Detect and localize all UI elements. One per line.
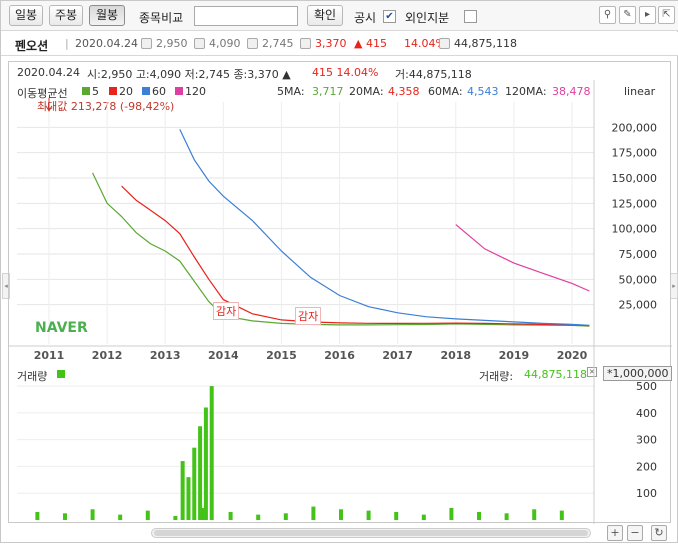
volume-y-tick-label: 300 <box>636 434 657 447</box>
info-high: 4,090 <box>209 37 241 50</box>
cursor-icon[interactable]: ▸ <box>639 6 656 24</box>
chart-window: 일봉 주봉 월봉 종목비교 확인 공시 ✔ 외인지분 ⚲ ✎ ▸ ⇱ 펜오션 |… <box>0 0 678 543</box>
chart-area: 2020.04.24 시:2,950 고:4,090 저:2,745 종:3,3… <box>8 61 673 524</box>
scrollbar-track[interactable] <box>151 528 591 538</box>
volume-y-tick-label: 500 <box>636 380 657 393</box>
volume-y-tick-label: 100 <box>636 487 657 500</box>
x-tick-label: 2016 <box>324 349 355 362</box>
x-tick-label: 2015 <box>266 349 297 362</box>
volume-bar <box>504 513 509 520</box>
info-volume: 44,875,118 <box>454 37 517 50</box>
volume-bar <box>118 514 123 520</box>
volume-bar <box>180 461 185 520</box>
confirm-button[interactable]: 확인 <box>307 5 343 26</box>
x-tick-label: 2012 <box>92 349 123 362</box>
volume-bar <box>90 509 95 520</box>
x-tick-label: 2013 <box>150 349 181 362</box>
low-icon <box>247 38 258 49</box>
disclosure-checkbox[interactable]: ✔ <box>383 10 396 23</box>
close-icon <box>300 38 311 49</box>
volume-bar <box>173 515 178 520</box>
volume-bar <box>421 514 426 520</box>
refresh-icon[interactable]: ↻ <box>651 525 667 541</box>
volume-bar <box>283 513 288 520</box>
volume-bar <box>366 510 371 520</box>
volume-bar <box>394 511 399 520</box>
volume-bar <box>311 506 316 520</box>
y-tick-label: 200,000 <box>612 121 658 134</box>
foreign-label: 외인지분 <box>405 11 450 25</box>
info-date: 2020.04.24 <box>75 37 138 50</box>
volume-bar <box>209 386 214 520</box>
naver-watermark: NAVER <box>35 320 88 336</box>
tab-daily[interactable]: 일봉 <box>9 5 43 26</box>
volume-bar <box>256 514 261 520</box>
volume-bar <box>35 511 40 520</box>
volume-bar <box>477 511 482 520</box>
x-tick-label: 2011 <box>34 349 65 362</box>
y-tick-label: 125,000 <box>612 197 658 210</box>
volume-bar <box>559 510 564 520</box>
y-tick-label: 50,000 <box>619 273 658 286</box>
disclosure-label: 공시 <box>354 11 377 25</box>
volume-bar <box>449 507 454 520</box>
compare-label: 종목비교 <box>139 11 184 25</box>
info-low: 2,745 <box>262 37 294 50</box>
volume-bar <box>186 477 191 520</box>
volume-chart: 500 400 300 200 100 <box>17 362 657 524</box>
tab-weekly[interactable]: 주봉 <box>49 5 83 26</box>
x-tick-label: 2018 <box>440 349 471 362</box>
open-icon <box>141 38 152 49</box>
volume-bar <box>532 509 537 520</box>
y-tick-label: 175,000 <box>612 147 658 160</box>
volume-bar <box>62 513 67 520</box>
ma-line-60 <box>179 129 590 326</box>
scrollbar-thumb[interactable] <box>154 530 588 536</box>
high-icon <box>194 38 205 49</box>
y-tick-label: 25,000 <box>619 299 658 312</box>
y-tick-label: 100,000 <box>612 223 658 236</box>
pin-icon[interactable]: ⚲ <box>599 6 616 24</box>
compare-input[interactable] <box>194 6 298 26</box>
tab-monthly[interactable]: 월봉 <box>89 5 125 26</box>
volume-bar <box>203 407 208 520</box>
volume-y-tick-label: 400 <box>636 407 657 420</box>
pencil-icon[interactable]: ✎ <box>619 6 636 24</box>
event-label-1: 감자 <box>213 302 240 320</box>
info-close: 3,370 <box>315 37 347 50</box>
y-tick-label: 75,000 <box>619 248 658 261</box>
volume-bar <box>192 447 197 520</box>
stock-name: 펜오션 <box>15 39 49 53</box>
volume-bar <box>198 426 203 520</box>
foreign-checkbox[interactable] <box>464 10 477 23</box>
bottom-bar: + − ↻ <box>1 523 678 544</box>
toolbar: 일봉 주봉 월봉 종목비교 확인 공시 ✔ 외인지분 ⚲ ✎ ▸ ⇱ <box>1 1 678 31</box>
ma-line-5 <box>92 172 590 327</box>
volume-bar <box>339 509 344 520</box>
x-tick-label: 2020 <box>557 349 588 362</box>
x-tick-label: 2017 <box>382 349 413 362</box>
x-tick-label: 2019 <box>499 349 530 362</box>
info-open: 2,950 <box>156 37 188 50</box>
event-label-2: 감자 <box>295 307 322 325</box>
x-tick-label: 2014 <box>208 349 239 362</box>
zoom-out-button[interactable]: − <box>627 525 643 541</box>
info-change: ▲ 415 <box>354 37 387 50</box>
expand-icon[interactable]: ⇱ <box>658 6 675 24</box>
stock-info-bar: 펜오션 | 2020.04.24 2,950 4,090 2,745 3,370… <box>1 32 678 56</box>
volume-bar <box>228 511 233 520</box>
ma-line-120 <box>455 224 590 292</box>
volume-bar <box>145 510 150 520</box>
volume-icon <box>439 38 450 49</box>
zoom-in-button[interactable]: + <box>607 525 623 541</box>
y-tick-label: 150,000 <box>612 172 658 185</box>
volume-y-tick-label: 200 <box>636 460 657 473</box>
